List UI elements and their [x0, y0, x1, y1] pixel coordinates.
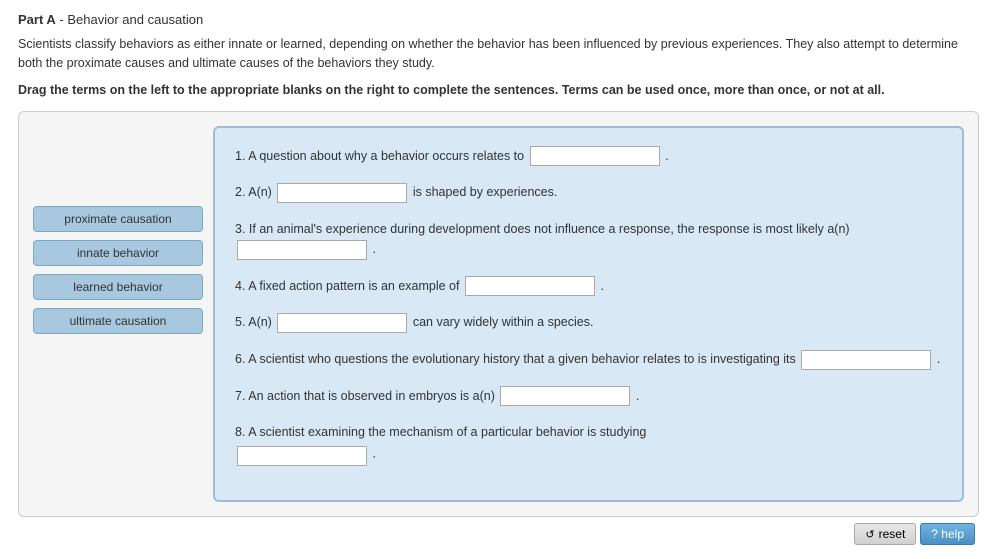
- exercise-area: proximate causation innate behavior lear…: [18, 111, 979, 518]
- blank-1[interactable]: [530, 146, 660, 166]
- reset-label: reset: [879, 527, 906, 541]
- sentence-row-7: 7. An action that is observed in embryos…: [235, 386, 942, 407]
- sentence-4-after: .: [600, 279, 603, 293]
- blank-3[interactable]: [237, 240, 367, 260]
- sentence-row-6: 6. A scientist who questions the evoluti…: [235, 349, 942, 370]
- blank-5[interactable]: [277, 313, 407, 333]
- sentence-3-after: .: [372, 242, 375, 256]
- sentence-3-number: 3.: [235, 222, 245, 236]
- sentence-8-before: A scientist examining the mechanism of a…: [248, 425, 646, 439]
- term-proximate-causation[interactable]: proximate causation: [33, 206, 203, 232]
- sentence-8-after: .: [372, 447, 375, 461]
- footer-bar: ↺ reset ? help: [18, 517, 979, 547]
- sentence-6-before: A scientist who questions the evolutiona…: [248, 352, 799, 366]
- sentence-2-number: 2.: [235, 185, 245, 199]
- sentence-row-5: 5. A(n) can vary widely within a species…: [235, 312, 942, 333]
- part-title: Part A - Behavior and causation: [18, 12, 979, 27]
- instructions-text: Drag the terms on the left to the approp…: [18, 83, 979, 97]
- sentence-1-after: .: [665, 149, 668, 163]
- term-ultimate-causation[interactable]: ultimate causation: [33, 308, 203, 334]
- sentence-row-8: 8. A scientist examining the mechanism o…: [235, 422, 942, 466]
- sentence-6-number: 6.: [235, 352, 245, 366]
- sentence-row-3: 3. If an animal's experience during deve…: [235, 219, 942, 260]
- blank-4[interactable]: [465, 276, 595, 296]
- sentence-row-1: 1. A question about why a behavior occur…: [235, 146, 942, 167]
- sentence-4-before: A fixed action pattern is an example of: [248, 279, 463, 293]
- part-dash: -: [56, 12, 68, 27]
- sentence-5-number: 5.: [235, 315, 245, 329]
- sentence-2-after: is shaped by experiences.: [413, 185, 558, 199]
- term-innate-behavior[interactable]: innate behavior: [33, 240, 203, 266]
- term-learned-behavior[interactable]: learned behavior: [33, 274, 203, 300]
- sentence-7-after: .: [636, 389, 639, 403]
- blank-8[interactable]: [237, 446, 367, 466]
- help-label: ? help: [931, 527, 964, 541]
- sentence-row-4: 4. A fixed action pattern is an example …: [235, 276, 942, 297]
- sentence-7-number: 7.: [235, 389, 245, 403]
- reset-button[interactable]: ↺ reset: [854, 523, 916, 545]
- sentence-5-before: A(n): [248, 315, 275, 329]
- blank-2[interactable]: [277, 183, 407, 203]
- section-title: Behavior and causation: [67, 12, 203, 27]
- blank-7[interactable]: [500, 386, 630, 406]
- help-button[interactable]: ? help: [920, 523, 975, 545]
- sentence-1-number: 1.: [235, 149, 245, 163]
- sentences-area: 1. A question about why a behavior occur…: [213, 126, 964, 503]
- sentence-5-after: can vary widely within a species.: [413, 315, 594, 329]
- sentence-1-before: A question about why a behavior occurs r…: [248, 149, 527, 163]
- sentence-3-before: If an animal's experience during develop…: [249, 222, 850, 236]
- sentence-2-before: A(n): [248, 185, 275, 199]
- sentence-7-before: An action that is observed in embryos is…: [248, 389, 498, 403]
- part-label: Part A: [18, 12, 56, 27]
- blank-6[interactable]: [801, 350, 931, 370]
- terms-column: proximate causation innate behavior lear…: [33, 126, 213, 334]
- sentence-row-2: 2. A(n) is shaped by experiences.: [235, 182, 942, 203]
- page-container: Part A - Behavior and causation Scientis…: [0, 0, 997, 559]
- sentence-6-after: .: [937, 352, 940, 366]
- description-text: Scientists classify behaviors as either …: [18, 35, 958, 73]
- sentence-8-number: 8.: [235, 425, 245, 439]
- sentence-4-number: 4.: [235, 279, 245, 293]
